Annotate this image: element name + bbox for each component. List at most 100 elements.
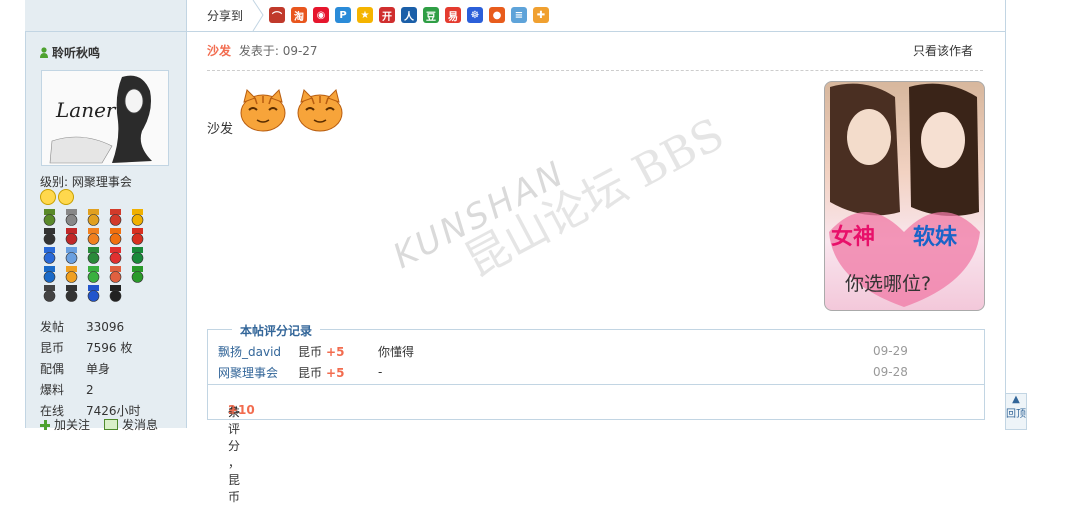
delicious-icon[interactable]: ⌒ bbox=[269, 7, 285, 23]
medal-icon[interactable] bbox=[106, 209, 125, 226]
rating-legend: 本帖评分记录 bbox=[232, 322, 321, 339]
back-to-top-button[interactable]: ▲ 回顶 bbox=[1005, 393, 1027, 430]
medal-icon[interactable] bbox=[128, 266, 147, 283]
user-level: 级别: 网聚理事会 bbox=[40, 175, 132, 189]
rating-user[interactable]: 网聚理事会 bbox=[218, 364, 298, 381]
stat-row: 发帖 33096 bbox=[40, 316, 141, 337]
rating-foot-total: +10 bbox=[228, 403, 255, 417]
rating-reason: - bbox=[378, 365, 383, 379]
stat-row: 昆币 7596 枚 bbox=[40, 337, 141, 358]
stat-row: 配偶 单身 bbox=[40, 358, 141, 379]
qzone-icon[interactable]: P bbox=[335, 7, 351, 23]
level-smiley-icon bbox=[40, 189, 56, 205]
medal-icon[interactable] bbox=[62, 266, 81, 283]
medal-icon[interactable] bbox=[84, 266, 103, 283]
post-header: 沙发 发表于: 09-27 只看该作者 bbox=[207, 42, 983, 71]
medals bbox=[40, 209, 160, 302]
rating-coin: 昆币 +5 bbox=[298, 364, 378, 381]
medal-icon[interactable] bbox=[40, 228, 59, 245]
author-name[interactable]: 聆听秋鸣 bbox=[40, 44, 100, 61]
author-sidebar: 聆听秋鸣 Laner 级别: 网聚理事会 发帖 33096 昆币 7596 枚 配偶… bbox=[26, 32, 187, 432]
rating-row: 网聚理事会 昆币 +5 - 09-28 bbox=[218, 362, 978, 382]
ad-line2: 你选哪位? bbox=[845, 273, 931, 295]
rating-box: 本帖评分记录 飘扬_david 昆币 +5 你懂得 09-29 网聚理事会 昆币 +… bbox=[207, 322, 985, 504]
weibo-icon[interactable]: ◉ bbox=[313, 7, 329, 23]
floor-label[interactable]: 沙发 bbox=[207, 44, 231, 58]
medal-icon[interactable] bbox=[106, 266, 125, 283]
medal-icon[interactable] bbox=[40, 285, 59, 302]
stat-value: 单身 bbox=[86, 362, 111, 376]
rating-coin: 昆币 +5 bbox=[298, 343, 378, 360]
kaixin-icon[interactable]: 开 bbox=[379, 7, 395, 23]
medal-icon[interactable] bbox=[84, 209, 103, 226]
medal-icon[interactable] bbox=[62, 247, 81, 264]
rating-date: 09-28 bbox=[873, 365, 908, 379]
avatar[interactable]: Laner bbox=[41, 70, 169, 166]
medal-icon[interactable] bbox=[62, 228, 81, 245]
ad-line1b: 软妹 bbox=[913, 224, 958, 250]
user-actions: 加关注 发消息 bbox=[40, 416, 158, 433]
rating-plus: +5 bbox=[326, 344, 345, 359]
post-time: 发表于: 09-27 bbox=[238, 44, 318, 58]
stat-key: 发帖 bbox=[40, 320, 65, 334]
medal-icon[interactable] bbox=[106, 228, 125, 245]
rating-foot-mid: 条评分 ，昆币 bbox=[228, 405, 241, 504]
cat-emoticon-icon bbox=[240, 89, 286, 132]
mail-icon bbox=[104, 419, 119, 430]
user-stats: 发帖 33096 昆币 7596 枚 配偶 单身 爆料 2 在线 7426小时 bbox=[40, 316, 141, 421]
bookmark-icon[interactable]: ✚ bbox=[533, 7, 549, 23]
rating-date: 09-29 bbox=[873, 344, 908, 358]
message-label: 发消息 bbox=[122, 418, 159, 432]
plus-icon bbox=[40, 419, 50, 430]
stat-key: 配偶 bbox=[40, 362, 65, 376]
rating-row: 飘扬_david 昆币 +5 你懂得 09-29 bbox=[218, 341, 978, 361]
follow-button[interactable]: 加关注 bbox=[40, 416, 90, 433]
chevron-up-icon: ▲ bbox=[1012, 394, 1020, 405]
rating-summary: 共 2 条评分 ，昆币 +10 bbox=[208, 384, 984, 504]
level-smiley-icon bbox=[58, 189, 74, 205]
rating-reason: 你懂得 bbox=[378, 344, 415, 359]
baidu-icon[interactable]: ☸ bbox=[467, 7, 483, 23]
stat-value: 2 bbox=[86, 382, 94, 397]
qq-zone-star-icon[interactable]: ★ bbox=[357, 7, 373, 23]
stat-key: 爆料 bbox=[40, 383, 65, 397]
renren-icon[interactable]: 人 bbox=[401, 7, 417, 23]
medal-icon[interactable] bbox=[128, 247, 147, 264]
medal-icon[interactable] bbox=[40, 266, 59, 283]
medal-icon[interactable] bbox=[128, 228, 147, 245]
svg-text:Laner: Laner bbox=[55, 98, 117, 122]
share-bar: 分享到 ⌒ 淘 ◉ P ★ 开人豆易 ☸ ● ≡ ✚ bbox=[25, 0, 1005, 32]
medal-icon[interactable] bbox=[62, 285, 81, 302]
rating-coin-label: 昆币 bbox=[298, 344, 323, 359]
medal-icon[interactable] bbox=[40, 209, 59, 226]
medal-icon[interactable] bbox=[84, 247, 103, 264]
stat-key: 昆币 bbox=[40, 341, 65, 355]
notes-icon[interactable]: ≡ bbox=[511, 7, 527, 23]
medal-icon[interactable] bbox=[106, 247, 125, 264]
medal-icon[interactable] bbox=[62, 209, 81, 226]
stat-value: 7596 枚 bbox=[86, 341, 133, 355]
message-button[interactable]: 发消息 bbox=[104, 416, 158, 433]
share-arrow-icon bbox=[252, 0, 264, 31]
rating-plus: +5 bbox=[326, 365, 345, 380]
apple-icon[interactable]: ● bbox=[489, 7, 505, 23]
share-label: 分享到 bbox=[207, 9, 244, 23]
medal-icon[interactable] bbox=[84, 228, 103, 245]
medal-icon[interactable] bbox=[40, 247, 59, 264]
rating-coin-label: 昆币 bbox=[298, 365, 323, 380]
rating-user[interactable]: 飘扬_david bbox=[218, 343, 298, 360]
medal-icon[interactable] bbox=[84, 285, 103, 302]
medal-icon[interactable] bbox=[128, 209, 147, 226]
douban-icon[interactable]: 豆 bbox=[423, 7, 439, 23]
only-author-link[interactable]: 只看该作者 bbox=[913, 42, 973, 59]
stat-value: 33096 bbox=[86, 319, 125, 334]
follow-label: 加关注 bbox=[54, 418, 91, 432]
medal-icon[interactable] bbox=[106, 285, 125, 302]
ad-banner[interactable]: 女神 软妹 你选哪位? bbox=[824, 81, 985, 311]
taobao-icon[interactable]: 淘 bbox=[291, 7, 307, 23]
sohu-icon[interactable]: 易 bbox=[445, 7, 461, 23]
level-stars bbox=[40, 189, 74, 205]
share-bar-inner: 分享到 ⌒ 淘 ◉ P ★ 开人豆易 ☸ ● ≡ ✚ bbox=[186, 0, 1005, 31]
avatar-drawing-icon: Laner bbox=[42, 71, 168, 165]
post-content: 沙发 bbox=[207, 122, 234, 137]
